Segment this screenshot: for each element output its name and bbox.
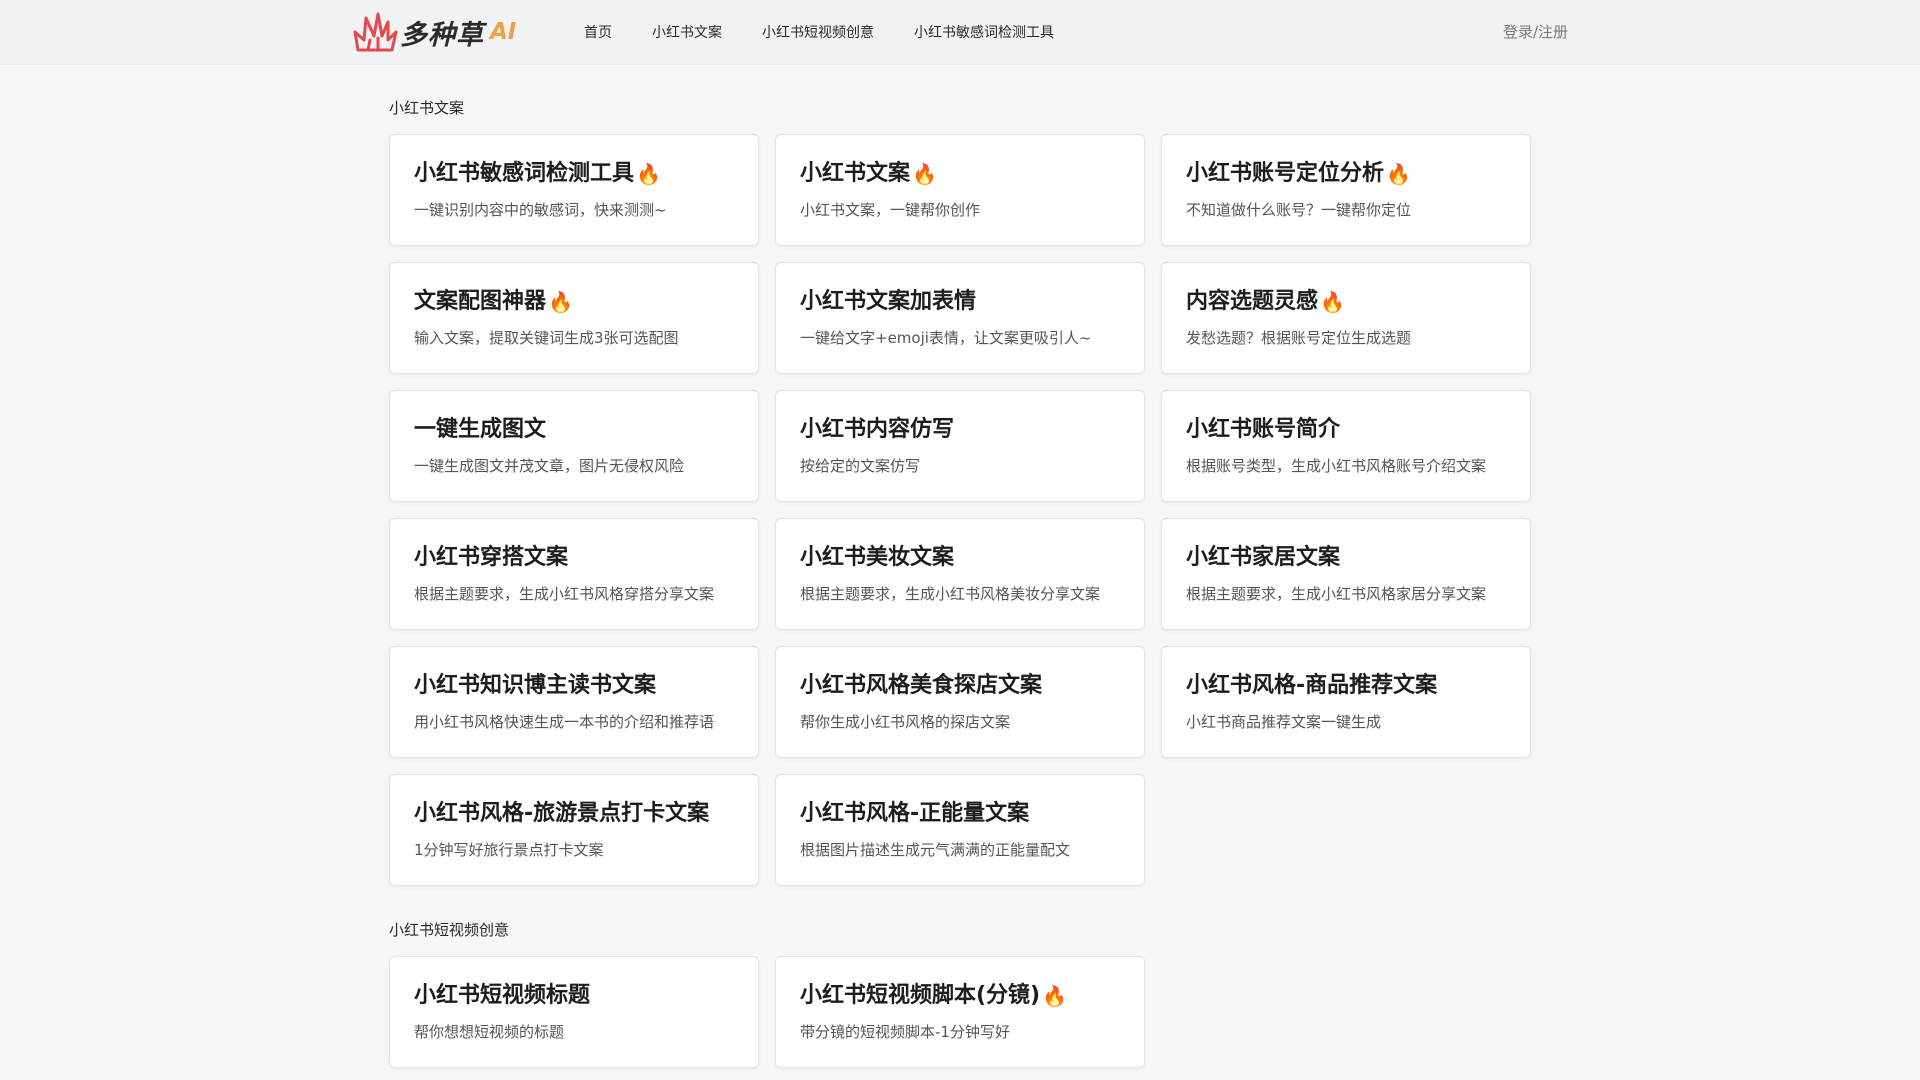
card-description: 根据图片描述生成元气满满的正能量配文 xyxy=(800,841,1071,859)
nav-xhs-copy[interactable]: 小红书文案 xyxy=(652,22,722,42)
login-register-link[interactable]: 登录/注册 xyxy=(1503,0,1568,64)
card-description: 不知道做什么账号？一键帮你定位 xyxy=(1186,201,1412,219)
card-title-row: 小红书知识博主读书文案 xyxy=(414,671,734,701)
card-description: 用小红书风格快速生成一本书的介绍和推荐语 xyxy=(414,713,715,731)
nav-short-video[interactable]: 小红书短视频创意 xyxy=(762,22,874,42)
card-title: 小红书知识博主读书文案 xyxy=(414,673,657,698)
tool-card[interactable]: 小红书文案加表情一键给文字+emoji表情，让文案更吸引人~ xyxy=(775,262,1145,374)
card-title-row: 小红书敏感词检测工具 🔥 xyxy=(414,159,734,189)
fire-icon: 🔥 xyxy=(912,162,937,186)
fire-icon: 🔥 xyxy=(636,162,661,186)
card-description: 按给定的文案仿写 xyxy=(800,457,921,475)
tool-grid: 小红书敏感词检测工具 🔥 一键识别内容中的敏感词，快来测测~ 小红书文案 🔥 小红书文案，… xyxy=(389,134,1531,886)
card-title-row: 小红书家居文案 xyxy=(1186,543,1506,573)
card-title-row: 小红书穿搭文案 xyxy=(414,543,734,573)
card-title: 小红书文案加表情 xyxy=(800,289,977,314)
card-description: 带分镜的短视频脚本-1分钟写好 xyxy=(800,1023,1010,1041)
card-description: 一键识别内容中的敏感词，快来测测~ xyxy=(414,201,667,219)
card-title-row: 小红书文案加表情 xyxy=(800,287,1120,317)
card-title-row: 小红书美妆文案 xyxy=(800,543,1120,573)
card-title-row: 小红书短视频标题 xyxy=(414,981,734,1011)
card-description: 根据主题要求，生成小红书风格美妆分享文案 xyxy=(800,585,1101,603)
tool-card[interactable]: 小红书敏感词检测工具 🔥 一键识别内容中的敏感词，快来测测~ xyxy=(389,134,759,246)
card-title: 内容选题灵感 xyxy=(1186,289,1319,314)
card-title: 小红书风格美食探店文案 xyxy=(800,673,1043,698)
card-title-row: 文案配图神器 🔥 xyxy=(414,287,734,317)
card-title: 小红书风格-旅游景点打卡文案 xyxy=(414,801,710,826)
tool-card[interactable]: 小红书家居文案根据主题要求，生成小红书风格家居分享文案 xyxy=(1161,518,1531,630)
card-title-row: 一键生成图文 xyxy=(414,415,734,445)
grass-logo-icon xyxy=(353,12,398,52)
section-title: 小红书文案 xyxy=(389,99,465,117)
nav-sensitive-words[interactable]: 小红书敏感词检测工具 xyxy=(914,22,1054,42)
tool-card[interactable]: 内容选题灵感 🔥 发愁选题？根据账号定位生成选题 xyxy=(1161,262,1531,374)
tool-card[interactable]: 小红书风格-商品推荐文案小红书商品推荐文案一键生成 xyxy=(1161,646,1531,758)
card-title: 小红书穿搭文案 xyxy=(414,545,569,570)
card-description: 小红书商品推荐文案一键生成 xyxy=(1186,713,1382,731)
card-description: 一键生成图文并茂文章，图片无侵权风险 xyxy=(414,457,685,475)
brand-logo[interactable]: 多种草 AI xyxy=(352,8,516,56)
card-description: 帮你生成小红书风格的探店文案 xyxy=(800,713,1011,731)
card-title-row: 小红书账号简介 xyxy=(1186,415,1506,445)
brand-name: 多种草 xyxy=(400,19,484,51)
tool-card[interactable]: 小红书短视频标题帮你想想短视频的标题 xyxy=(389,956,759,1068)
tool-card[interactable]: 小红书账号定位分析 🔥 不知道做什么账号？一键帮你定位 xyxy=(1161,134,1531,246)
tool-card[interactable]: 文案配图神器 🔥 输入文案，提取关键词生成3张可选配图 xyxy=(389,262,759,374)
card-description: 小红书文案，一键帮你创作 xyxy=(800,201,981,219)
fire-icon: 🔥 xyxy=(548,290,573,314)
card-title: 小红书美妆文案 xyxy=(800,545,955,570)
tool-card[interactable]: 小红书穿搭文案根据主题要求，生成小红书风格穿搭分享文案 xyxy=(389,518,759,630)
card-title-row: 小红书账号定位分析 🔥 xyxy=(1186,159,1506,189)
tool-card[interactable]: 小红书文案 🔥 小红书文案，一键帮你创作 xyxy=(775,134,1145,246)
card-description: 1分钟写好旅行景点打卡文案 xyxy=(414,841,604,859)
tool-card[interactable]: 小红书美妆文案根据主题要求，生成小红书风格美妆分享文案 xyxy=(775,518,1145,630)
card-title: 小红书内容仿写 xyxy=(800,417,955,442)
card-title-row: 小红书风格-旅游景点打卡文案 xyxy=(414,799,734,829)
card-description: 发愁选题？根据账号定位生成选题 xyxy=(1186,329,1412,347)
card-title-row: 小红书内容仿写 xyxy=(800,415,1120,445)
tool-card[interactable]: 小红书风格-正能量文案根据图片描述生成元气满满的正能量配文 xyxy=(775,774,1145,886)
tool-card[interactable]: 一键生成图文一键生成图文并茂文章，图片无侵权风险 xyxy=(389,390,759,502)
card-title: 小红书账号定位分析 xyxy=(1186,161,1385,186)
card-description: 输入文案，提取关键词生成3张可选配图 xyxy=(414,329,679,347)
tool-grid: 小红书短视频标题帮你想想短视频的标题 小红书短视频脚本(分镜) 🔥 带分镜的短视频脚本… xyxy=(389,956,1531,1068)
tool-card[interactable]: 小红书账号简介根据账号类型，生成小红书风格账号介绍文案 xyxy=(1161,390,1531,502)
tool-card[interactable]: 小红书风格-旅游景点打卡文案 1分钟写好旅行景点打卡文案 xyxy=(389,774,759,886)
card-description: 根据主题要求，生成小红书风格家居分享文案 xyxy=(1186,585,1487,603)
section-title: 小红书短视频创意 xyxy=(389,921,510,939)
card-title: 小红书家居文案 xyxy=(1186,545,1341,570)
top-navbar: 多种草 AI 首页 小红书文案 小红书短视频创意 小红书敏感词检测工具 登录/注… xyxy=(0,0,1920,65)
fire-icon: 🔥 xyxy=(1386,162,1411,186)
card-title: 小红书短视频标题 xyxy=(414,983,591,1008)
card-description: 根据主题要求，生成小红书风格穿搭分享文案 xyxy=(414,585,715,603)
card-title-row: 小红书风格-正能量文案 xyxy=(800,799,1120,829)
card-description: 帮你想想短视频的标题 xyxy=(414,1023,565,1041)
main-nav: 首页 小红书文案 小红书短视频创意 小红书敏感词检测工具 xyxy=(584,0,1094,64)
card-title: 小红书风格-商品推荐文案 xyxy=(1186,673,1438,698)
card-title: 一键生成图文 xyxy=(414,417,547,442)
card-title-row: 内容选题灵感 🔥 xyxy=(1186,287,1506,317)
card-title: 小红书敏感词检测工具 xyxy=(414,161,635,186)
brand-suffix: AI xyxy=(490,19,517,45)
card-description: 一键给文字+emoji表情，让文案更吸引人~ xyxy=(800,329,1092,347)
tool-card[interactable]: 小红书知识博主读书文案用小红书风格快速生成一本书的介绍和推荐语 xyxy=(389,646,759,758)
fire-icon: 🔥 xyxy=(1320,290,1345,314)
card-title-row: 小红书文案 🔥 xyxy=(800,159,1120,189)
nav-home[interactable]: 首页 xyxy=(584,22,612,42)
card-title: 小红书账号简介 xyxy=(1186,417,1341,442)
card-title-row: 小红书风格-商品推荐文案 xyxy=(1186,671,1506,701)
card-title: 小红书短视频脚本(分镜) xyxy=(800,983,1041,1008)
card-title-row: 小红书短视频脚本(分镜) 🔥 xyxy=(800,981,1120,1011)
tool-card[interactable]: 小红书风格美食探店文案帮你生成小红书风格的探店文案 xyxy=(775,646,1145,758)
card-title: 小红书文案 xyxy=(800,161,911,186)
card-title: 文案配图神器 xyxy=(414,289,547,314)
main-content: 小红书文案 小红书敏感词检测工具 🔥 一键识别内容中的敏感词，快来测测~ 小红书文案 🔥… xyxy=(389,64,1531,1068)
card-title: 小红书风格-正能量文案 xyxy=(800,801,1030,826)
fire-icon: 🔥 xyxy=(1042,984,1068,1008)
card-description: 根据账号类型，生成小红书风格账号介绍文案 xyxy=(1186,457,1487,475)
tool-card[interactable]: 小红书短视频脚本(分镜) 🔥 带分镜的短视频脚本-1分钟写好 xyxy=(775,956,1145,1068)
card-title-row: 小红书风格美食探店文案 xyxy=(800,671,1120,701)
tool-card[interactable]: 小红书内容仿写按给定的文案仿写 xyxy=(775,390,1145,502)
